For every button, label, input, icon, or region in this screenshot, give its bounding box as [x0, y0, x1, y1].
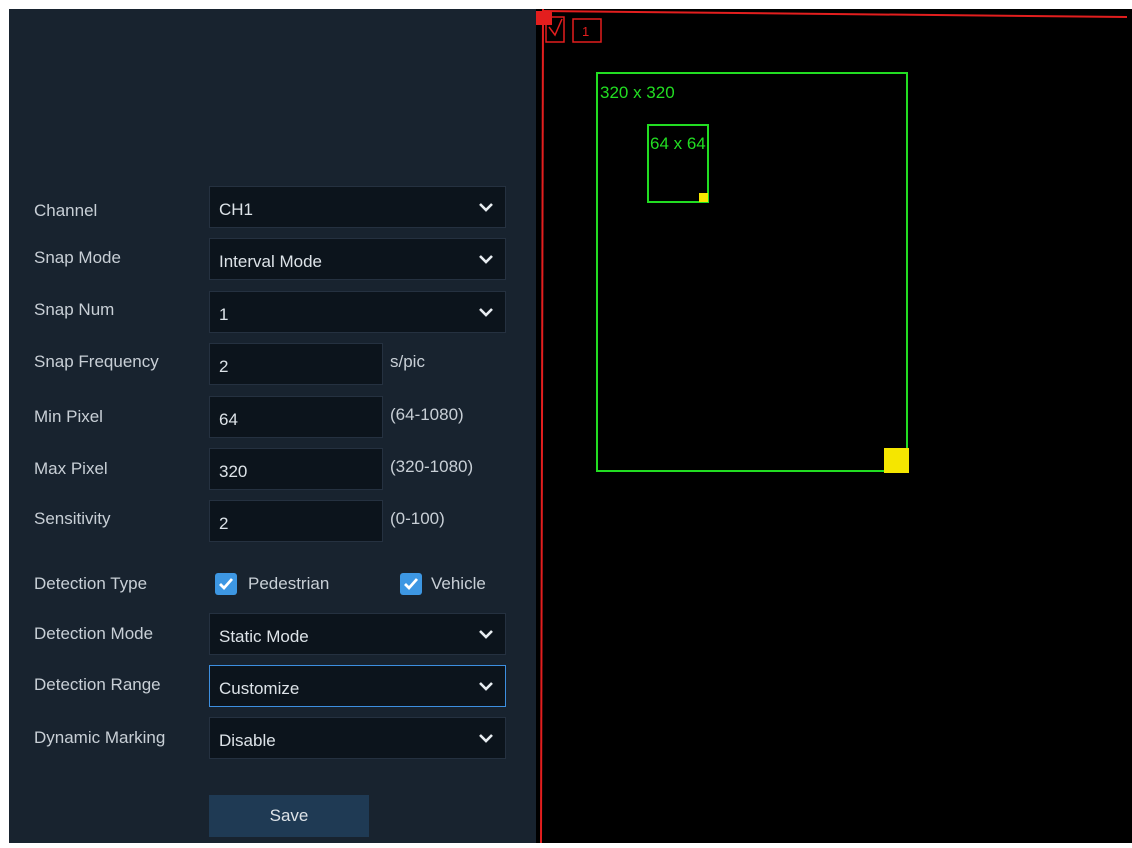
- snap-num-select[interactable]: 1: [209, 291, 506, 333]
- pedestrian-checkbox[interactable]: [215, 573, 237, 595]
- detection-range-left-edge: [540, 8, 544, 844]
- snap-mode-label: Snap Mode: [34, 248, 121, 267]
- min-pixel-value: 64: [219, 410, 238, 429]
- channel-value: CH1: [219, 200, 254, 219]
- max-pixel-box[interactable]: [596, 72, 908, 472]
- min-box-resize-handle[interactable]: [699, 193, 708, 202]
- sensitivity-label: Sensitivity: [34, 509, 111, 528]
- snap-num-label: Snap Num: [34, 300, 115, 319]
- min-pixel-input[interactable]: 64: [209, 396, 383, 438]
- max-box-resize-handle[interactable]: [884, 448, 909, 473]
- sensitivity-input[interactable]: 2: [209, 500, 383, 542]
- detection-range-outline[interactable]: [541, 10, 1128, 18]
- detection-region-canvas[interactable]: 1 320 x 320 64 x 64: [536, 8, 1132, 844]
- min-pixel-box-frame: 64 x 64: [647, 124, 709, 203]
- detection-range-select[interactable]: Customize: [209, 665, 506, 707]
- pedestrian-label: Pedestrian: [248, 574, 330, 593]
- dynamic-marking-label: Dynamic Marking: [34, 728, 166, 747]
- max-pixel-value: 320: [219, 462, 248, 481]
- sensitivity-range: (0-100): [390, 509, 445, 528]
- vehicle-checkbox[interactable]: [400, 573, 422, 595]
- channel-select[interactable]: CH1: [209, 186, 506, 228]
- channel-label: Channel: [34, 201, 98, 220]
- max-pixel-label: Max Pixel: [34, 459, 108, 478]
- dynamic-marking-select[interactable]: Disable: [209, 717, 506, 759]
- chevron-down-icon: [479, 203, 493, 212]
- snap-frequency-unit: s/pic: [390, 352, 425, 371]
- detection-mode-value: Static Mode: [219, 627, 309, 646]
- snap-mode-value: Interval Mode: [219, 252, 322, 271]
- snap-frequency-label: Snap Frequency: [34, 352, 159, 371]
- detection-mode-label: Detection Mode: [34, 624, 154, 643]
- dynamic-marking-value: Disable: [219, 731, 276, 750]
- detection-range-label: Detection Range: [34, 675, 161, 694]
- snap-frequency-input[interactable]: 2: [209, 343, 383, 385]
- chevron-down-icon: [479, 682, 493, 691]
- video-preview: 1 320 x 320 64 x 64: [536, 8, 1132, 844]
- detection-type-label: Detection Type: [34, 574, 148, 593]
- detection-mode-select[interactable]: Static Mode: [209, 613, 506, 655]
- chevron-down-icon: [479, 308, 493, 317]
- region-handle-icon[interactable]: [536, 11, 552, 25]
- min-pixel-label: Min Pixel: [34, 407, 103, 426]
- save-button[interactable]: Save: [209, 795, 369, 837]
- chevron-down-icon: [479, 734, 493, 743]
- chevron-down-icon: [479, 630, 493, 639]
- checkmark-icon: [404, 578, 419, 591]
- settings-panel: Channel CH1 Snap Mode Interval Mode Snap…: [9, 9, 536, 843]
- chevron-down-icon: [479, 255, 493, 264]
- snap-frequency-value: 2: [219, 357, 229, 376]
- detection-range-value: Customize: [219, 679, 300, 698]
- max-pixel-range: (320-1080): [390, 457, 474, 476]
- min-box-label: 64 x 64: [650, 134, 706, 153]
- max-box-label: 320 x 320: [600, 83, 675, 102]
- min-pixel-range: (64-1080): [390, 405, 464, 424]
- vehicle-label: Vehicle: [431, 574, 486, 593]
- channel-number: 1: [582, 24, 589, 39]
- snap-num-value: 1: [219, 305, 229, 324]
- sensitivity-value: 2: [219, 514, 229, 533]
- snap-mode-select[interactable]: Interval Mode: [209, 238, 506, 280]
- max-pixel-input[interactable]: 320: [209, 448, 383, 490]
- checkmark-icon: [219, 578, 234, 591]
